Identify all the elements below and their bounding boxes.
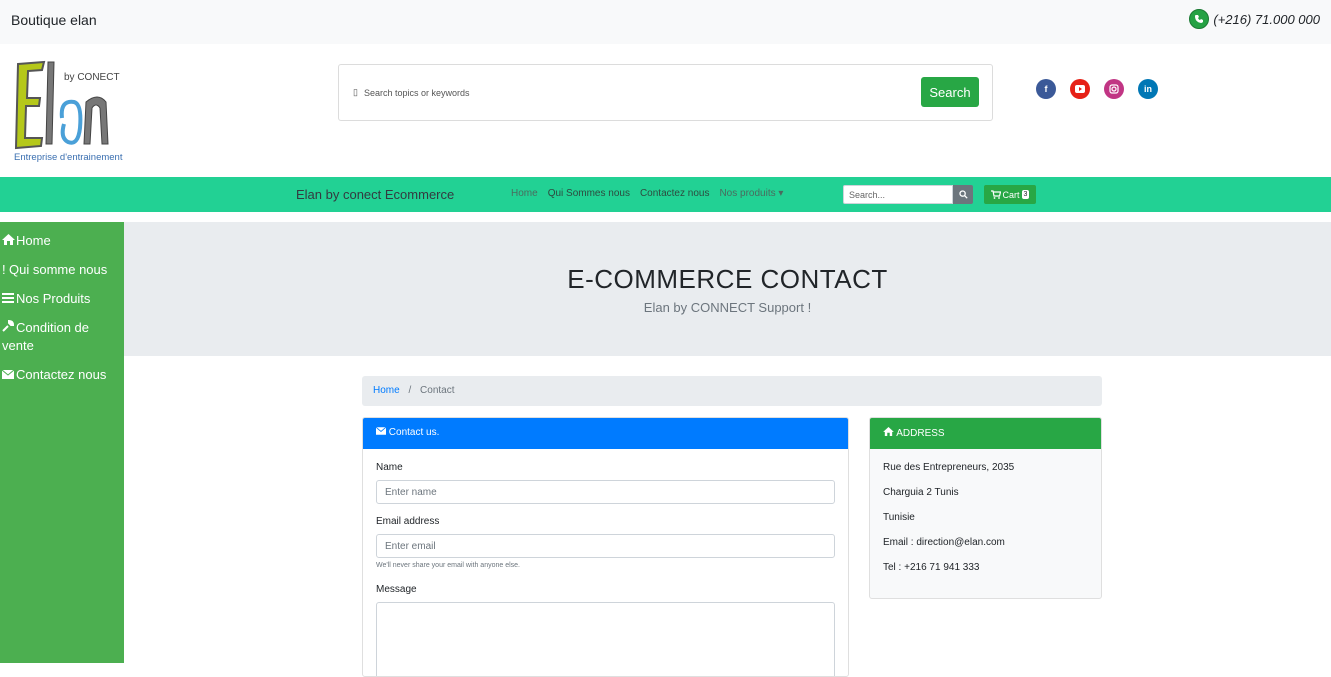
whatsapp-icon xyxy=(1189,9,1210,29)
sidebar-item-label: Home xyxy=(16,233,51,248)
sidebar-item-home[interactable]: Home xyxy=(0,232,124,250)
top-bar: Boutique elan (+216) 71.000 000 xyxy=(0,0,1331,44)
name-field[interactable]: Enter name xyxy=(376,480,835,504)
address-country: Tunisie xyxy=(883,512,915,523)
nav-link-home[interactable]: Home xyxy=(511,188,538,199)
sidebar: Home ! Qui somme nous Nos Produits Condit… xyxy=(0,222,124,663)
navbar-brand[interactable]: Elan by conect Ecommerce xyxy=(296,187,454,202)
bars-icon xyxy=(2,290,16,308)
address-street: Rue des Entrepreneurs, 2035 xyxy=(883,462,1015,473)
email-label: Email address xyxy=(376,516,440,527)
facebook-icon[interactable]: f xyxy=(1036,79,1056,99)
wrench-icon xyxy=(2,319,16,337)
nav-link-qui-sommes-nous[interactable]: Qui Sommes nous xyxy=(548,188,630,199)
linkedin-icon[interactable]: in xyxy=(1138,79,1158,99)
logo-tagline: Entreprise d'entrainement xyxy=(14,152,123,163)
phone-text: (+216) 71.000 000 xyxy=(1213,11,1320,27)
address-phone[interactable]: Tel : +216 71 941 333 xyxy=(883,561,1088,586)
address-card-header: ADDRESS xyxy=(870,418,1101,449)
name-label: Name xyxy=(376,462,403,473)
header-search: ▯ Search topics or keywords Search xyxy=(338,64,993,121)
envelope-icon xyxy=(1,366,16,384)
address-city: Charguia 2 Tunis xyxy=(883,487,959,498)
phone-number[interactable]: (+216) 71.000 000 xyxy=(1189,9,1320,29)
nav-link-contactez-nous[interactable]: Contactez nous xyxy=(640,188,710,199)
cart-count-badge: 3 xyxy=(1021,190,1030,199)
sidebar-item-nos-produits[interactable]: Nos Produits xyxy=(0,290,124,308)
navbar-search-button[interactable] xyxy=(953,185,973,204)
page-header: E-COMMERCE CONTACT Elan by CONNECT Suppo… xyxy=(124,222,1331,356)
breadcrumb-separator: / xyxy=(408,385,412,396)
cart-icon xyxy=(990,190,1001,199)
sidebar-item-label: Contactez nous xyxy=(16,367,107,382)
breadcrumb: Home / Contact xyxy=(362,376,1102,406)
caret-down-icon: ▾ xyxy=(778,188,784,199)
instagram-icon[interactable] xyxy=(1104,79,1124,99)
email-field[interactable]: Enter email xyxy=(376,534,835,558)
exclamation-icon: ! xyxy=(2,262,6,277)
sidebar-item-qui-somme-nous[interactable]: ! Qui somme nous xyxy=(0,261,124,279)
cart-label: Cart xyxy=(1002,189,1020,200)
navbar-search-input[interactable]: Search... xyxy=(843,185,953,204)
cart-button[interactable]: Cart 3 xyxy=(984,185,1036,204)
nav-dropdown-label: Nos produits xyxy=(719,188,776,199)
sidebar-item-contactez-nous[interactable]: Contactez nous xyxy=(0,366,124,384)
sidebar-item-label: Qui somme nous xyxy=(9,262,108,277)
contact-card-header: Contact us. xyxy=(363,418,848,449)
main-navbar: Elan by conect Ecommerce Home Qui Sommes… xyxy=(0,177,1331,212)
email-help-text: We'll never share your email with anyone… xyxy=(376,562,520,569)
search-icon xyxy=(958,190,968,199)
page-title: E-COMMERCE CONTACT xyxy=(567,264,888,294)
address-lines: Rue des Entrepreneurs, 2035 Charguia 2 T… xyxy=(870,449,1101,598)
address-card: ADDRESS Rue des Entrepreneurs, 2035 Char… xyxy=(869,417,1102,599)
envelope-icon xyxy=(375,426,387,438)
logo-by-text: by CONECT xyxy=(64,72,120,83)
nav-dropdown-nos-produits[interactable]: Nos produits ▾ xyxy=(719,188,783,199)
shop-name: Boutique elan xyxy=(11,12,97,28)
message-label: Message xyxy=(376,584,417,595)
social-links: f in xyxy=(1036,79,1158,99)
search-button[interactable]: Search xyxy=(921,77,979,107)
breadcrumb-current: Contact xyxy=(420,385,455,396)
elan-logo[interactable]: by CONECT Entreprise d'entrainement xyxy=(12,58,124,166)
address-card-title: ADDRESS xyxy=(896,428,945,439)
sidebar-item-label: Condition de vente xyxy=(2,320,89,353)
address-email[interactable]: Email : direction@elan.com xyxy=(883,536,1088,561)
youtube-icon[interactable] xyxy=(1070,79,1090,99)
sidebar-item-condition-de-vente[interactable]: Condition de vente xyxy=(0,319,124,355)
page-subtitle: Elan by CONNECT Support ! xyxy=(643,300,812,315)
contact-card-title: Contact us. xyxy=(388,427,440,438)
search-icon: ▯ xyxy=(353,87,358,97)
breadcrumb-home-link[interactable]: Home xyxy=(373,385,400,396)
message-textarea[interactable] xyxy=(376,602,835,676)
sidebar-item-label: Nos Produits xyxy=(16,291,91,306)
home-icon xyxy=(883,427,894,439)
home-icon xyxy=(2,232,16,250)
nav-links: Home Qui Sommes nous Contactez nous Nos … xyxy=(511,188,783,199)
contact-form-card: Contact us. Name Enter name Email addres… xyxy=(362,417,849,677)
search-input[interactable]: Search topics or keywords xyxy=(364,88,470,98)
